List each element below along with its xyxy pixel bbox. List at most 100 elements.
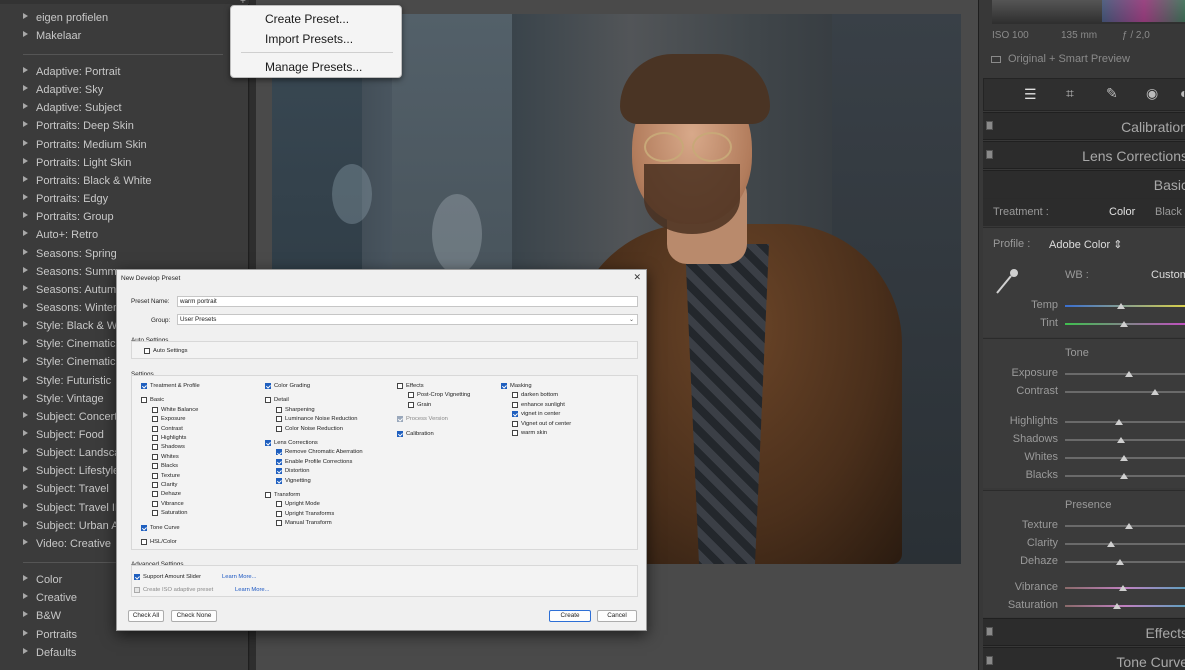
highlights-slider[interactable]: Highlights <box>983 413 1185 431</box>
clarity-slider[interactable]: Clarity <box>983 535 1185 553</box>
auto-settings-checkbox[interactable]: Auto Settings <box>144 347 187 355</box>
setting-checkbox[interactable]: Saturation <box>152 509 187 517</box>
slider-thumb[interactable] <box>1117 303 1126 309</box>
slider-thumb[interactable] <box>1118 585 1127 591</box>
setting-checkbox[interactable]: Distortion <box>276 467 309 475</box>
slider-thumb[interactable] <box>1117 437 1126 443</box>
preset-folder[interactable]: Defaults <box>0 644 249 662</box>
disclosure-triangle-icon[interactable] <box>23 302 28 309</box>
slider-thumb[interactable] <box>1115 419 1123 425</box>
setting-checkbox[interactable]: Shadows <box>152 443 185 451</box>
disclosure-triangle-icon[interactable] <box>23 212 28 219</box>
learn-more-link[interactable]: Learn More... <box>222 574 256 580</box>
setting-checkbox[interactable]: enhance sunlight <box>512 401 565 409</box>
effects-header[interactable]: Effects <box>983 618 1185 646</box>
slider-thumb[interactable] <box>1116 559 1125 565</box>
panel-toggle-icon[interactable] <box>986 150 993 159</box>
preset-folder[interactable]: Portraits: Black & White <box>0 172 249 190</box>
exposure-slider[interactable]: Exposure <box>983 365 1185 383</box>
slider-thumb[interactable] <box>1119 473 1128 479</box>
disclosure-triangle-icon[interactable] <box>23 520 28 527</box>
disclosure-triangle-icon[interactable] <box>23 611 28 618</box>
setting-checkbox[interactable]: Basic <box>141 396 164 404</box>
disclosure-triangle-icon[interactable] <box>23 194 28 201</box>
setting-checkbox[interactable]: White Balance <box>152 406 198 414</box>
setting-checkbox[interactable]: Calibration <box>397 430 434 438</box>
slider-thumb[interactable] <box>1106 541 1115 547</box>
blacks-slider[interactable]: Blacks <box>983 467 1185 485</box>
cancel-button[interactable]: Cancel <box>597 610 637 622</box>
preset-folder[interactable]: Portraits: Group <box>0 208 249 226</box>
setting-checkbox[interactable]: Upright Transforms <box>276 510 334 518</box>
shadows-slider[interactable]: Shadows <box>983 431 1185 449</box>
disclosure-triangle-icon[interactable] <box>23 593 28 600</box>
disclosure-triangle-icon[interactable] <box>23 139 28 146</box>
group-select[interactable]: User Presets ⌄ <box>177 314 638 325</box>
setting-checkbox[interactable]: Effects <box>397 382 424 390</box>
slider-thumb[interactable] <box>1124 371 1133 377</box>
preset-folder[interactable]: Seasons: Spring <box>0 245 249 263</box>
red-eye-icon[interactable]: ◉ <box>1146 85 1158 102</box>
disclosure-triangle-icon[interactable] <box>23 448 28 455</box>
create-button[interactable]: Create <box>549 610 591 622</box>
disclosure-triangle-icon[interactable] <box>23 284 28 291</box>
setting-checkbox[interactable]: Remove Chromatic Aberration <box>276 448 363 456</box>
setting-checkbox[interactable]: Post-Crop Vignetting <box>408 391 470 399</box>
masking-icon[interactable]: ◐ <box>1180 85 1185 101</box>
preset-folder[interactable]: eigen profielen <box>0 9 249 27</box>
panel-toggle-icon[interactable] <box>986 656 993 665</box>
setting-checkbox[interactable]: Color Noise Reduction <box>276 425 343 433</box>
disclosure-triangle-icon[interactable] <box>23 175 28 182</box>
disclosure-triangle-icon[interactable] <box>23 466 28 473</box>
preset-folder[interactable]: Auto+: Retro <box>0 226 249 244</box>
preset-folder[interactable]: Adaptive: Subject <box>0 99 249 117</box>
slider-track[interactable] <box>1065 561 1185 563</box>
menu-manage-presets[interactable]: Manage Presets... <box>265 60 362 74</box>
saturation-slider[interactable]: Saturation <box>983 597 1185 615</box>
disclosure-triangle-icon[interactable] <box>23 484 28 491</box>
setting-checkbox[interactable]: Manual Transform <box>276 519 332 527</box>
preset-folder[interactable]: Portraits: Edgy <box>0 190 249 208</box>
setting-checkbox[interactable]: Vignet out of center <box>512 420 571 428</box>
disclosure-triangle-icon[interactable] <box>23 31 28 38</box>
dehaze-slider[interactable]: Dehaze <box>983 553 1185 571</box>
healing-icon[interactable]: ✎ <box>1106 85 1118 102</box>
setting-checkbox[interactable]: Color Grading <box>265 382 310 390</box>
setting-checkbox[interactable]: Detail <box>265 396 289 404</box>
menu-create-preset[interactable]: Create Preset... <box>265 12 349 26</box>
disclosure-triangle-icon[interactable] <box>23 575 28 581</box>
disclosure-triangle-icon[interactable] <box>23 85 28 92</box>
setting-checkbox[interactable]: Upright Mode <box>276 500 320 508</box>
support-amount-checkbox[interactable]: Support Amount Slider <box>134 573 201 581</box>
disclosure-triangle-icon[interactable] <box>23 357 28 364</box>
preset-folder[interactable]: Portraits: Light Skin <box>0 154 249 172</box>
slider-track[interactable] <box>1065 543 1185 545</box>
slider-track[interactable] <box>1065 605 1185 607</box>
setting-checkbox[interactable]: Masking <box>501 382 532 390</box>
menu-import-presets[interactable]: Import Presets... <box>265 32 353 46</box>
slider-track[interactable] <box>1065 421 1185 423</box>
preset-folder[interactable]: Adaptive: Portrait <box>0 63 249 81</box>
contrast-slider[interactable]: Contrast <box>983 383 1185 401</box>
basic-header[interactable]: Basic <box>983 170 1185 198</box>
slider-track[interactable] <box>1065 391 1185 393</box>
treatment-color-option[interactable]: Color <box>1109 206 1135 218</box>
disclosure-triangle-icon[interactable] <box>23 411 28 418</box>
preset-folder[interactable]: Adaptive: Sky <box>0 81 249 99</box>
tone-curve-header[interactable]: Tone Curve <box>983 647 1185 670</box>
lens-corrections-header[interactable]: Lens Corrections <box>983 141 1185 169</box>
setting-checkbox[interactable]: Contrast <box>152 425 183 433</box>
edit-sliders-icon[interactable]: ☰ <box>1024 86 1037 103</box>
setting-checkbox[interactable]: Exposure <box>152 415 186 423</box>
setting-checkbox[interactable]: Transform <box>265 491 300 499</box>
disclosure-triangle-icon[interactable] <box>23 248 28 255</box>
disclosure-triangle-icon[interactable] <box>23 121 28 128</box>
setting-checkbox[interactable]: Grain <box>408 401 431 409</box>
setting-checkbox[interactable]: warm skin <box>512 429 547 437</box>
disclosure-triangle-icon[interactable] <box>23 103 28 110</box>
disclosure-triangle-icon[interactable] <box>23 538 28 545</box>
setting-checkbox[interactable]: darken bottom <box>512 391 558 399</box>
disclosure-triangle-icon[interactable] <box>23 629 28 636</box>
setting-checkbox[interactable]: HSL/Color <box>141 538 177 546</box>
disclosure-triangle-icon[interactable] <box>23 502 28 509</box>
